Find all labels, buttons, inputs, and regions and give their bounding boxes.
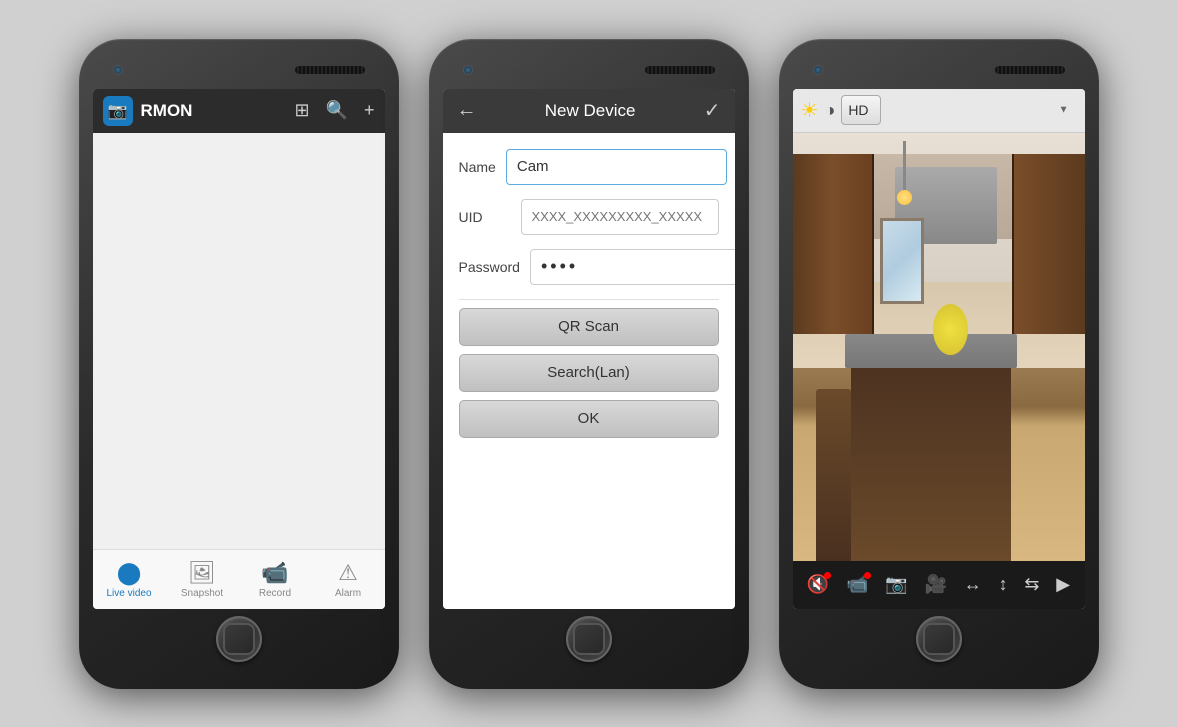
tab-record[interactable]: 📹 Record [239,560,312,599]
app-title: RMON [141,101,287,121]
phone-2-top [443,59,735,81]
new-device-form: Name UID Password QR Scan [443,133,735,609]
password-input[interactable] [530,249,735,285]
header-icons: ⊞ 🔍 + [294,100,374,121]
kitchen-island-top [845,334,1017,368]
quality-select[interactable]: HD SD Low [841,95,881,125]
phone-3-screen: ☀ ◑ HD SD Low ▼ [793,89,1085,609]
qr-scan-button[interactable]: QR Scan [459,308,719,346]
add-icon[interactable]: + [364,100,375,121]
phone-2: ← New Device ✓ Name UID Password [429,39,749,689]
speaker-1 [295,66,365,74]
camera-header: ☀ ◑ HD SD Low ▼ [793,89,1085,133]
phone-1-bottom [93,609,385,669]
app-content [93,133,385,549]
camera-icon: 📷 [108,101,128,121]
kitchen-cabinet-right [1012,154,1085,334]
home-button-inner-3 [923,623,955,655]
speaker-2 [645,66,715,74]
name-row: Name [459,149,719,185]
kitchen-scene [793,133,1085,561]
grid-icon[interactable]: ⊞ [294,100,309,121]
back-button[interactable]: ← [457,99,477,122]
mute-button[interactable]: 🔇 [807,574,829,595]
tab-alarm[interactable]: ⚠ Alarm [312,560,385,599]
phone-3-top [793,59,1085,81]
phone-2-bottom [443,609,735,669]
kitchen-flowers [933,304,968,355]
uid-row: UID [459,199,719,235]
alarm-icon: ⚠ [338,560,358,586]
phone-3-bottom [793,609,1085,669]
home-button-inner-2 [573,623,605,655]
tab-record-label: Record [259,588,291,599]
home-button-inner-1 [223,623,255,655]
tab-alarm-label: Alarm [335,588,361,599]
live-video-icon: ⬤ [117,560,142,586]
uid-label: UID [459,209,511,225]
brightness-icon[interactable]: ☀ [801,98,819,123]
home-button-2[interactable] [566,616,612,662]
front-camera-1 [113,65,123,75]
tab-bar: ⬤ Live video 🖼 Snapshot 📹 Record ⚠ Alarm [93,549,385,609]
search-lan-button[interactable]: Search(Lan) [459,354,719,392]
search-icon[interactable]: 🔍 [326,100,348,121]
phone-1: 📷 RMON ⊞ 🔍 + ⬤ Live video 🖼 Sn [79,39,399,689]
snapshot-icon: 🖼 [188,560,216,586]
divider-1 [459,299,719,300]
name-label: Name [459,159,496,175]
video-button[interactable]: 🎥 [925,574,947,595]
password-row: Password [459,249,719,285]
camera-feed [793,133,1085,561]
home-button-3[interactable] [916,616,962,662]
new-device-title: New Device [545,101,636,121]
tab-snapshot[interactable]: 🖼 Snapshot [166,560,239,599]
front-camera-2 [463,65,473,75]
kitchen-light1 [903,141,906,205]
home-button-1[interactable] [216,616,262,662]
phone-1-screen: 📷 RMON ⊞ 🔍 + ⬤ Live video 🖼 Sn [93,89,385,609]
kitchen-island [851,347,1012,561]
app-logo: 📷 [103,96,133,126]
ok-button[interactable]: OK [459,400,719,438]
snapshot-button[interactable]: 📷 [885,574,907,595]
phone-1-top [93,59,385,81]
flip-button[interactable]: ⇆ [1024,574,1039,595]
move-h-button[interactable]: ↔ [964,574,982,595]
send-button[interactable]: ▶ [1056,574,1070,595]
move-v-button[interactable]: ↕ [999,574,1008,595]
uid-input[interactable] [521,199,719,235]
contrast-icon[interactable]: ◑ [824,100,835,121]
phones-container: 📷 RMON ⊞ 🔍 + ⬤ Live video 🖼 Sn [79,39,1099,689]
chevron-down-icon: ▼ [1059,105,1069,116]
tab-live-label: Live video [106,588,151,599]
tab-live-video[interactable]: ⬤ Live video [93,560,166,599]
confirm-button[interactable]: ✓ [704,98,721,123]
kitchen-window [880,218,924,304]
quality-select-wrapper: HD SD Low ▼ [841,95,1076,125]
camera-controls: 🔇 📹 📷 🎥 ↔ ↕ ⇆ ▶ [793,561,1085,609]
new-device-header: ← New Device ✓ [443,89,735,133]
kitchen-stool [816,389,851,560]
password-label: Password [459,259,520,275]
app-header: 📷 RMON ⊞ 🔍 + [93,89,385,133]
phone-2-screen: ← New Device ✓ Name UID Password [443,89,735,609]
kitchen-cabinet-left [793,154,875,334]
record-button[interactable]: 📹 [846,574,868,595]
tab-snapshot-label: Snapshot [181,588,223,599]
phone-3: ☀ ◑ HD SD Low ▼ [779,39,1099,689]
name-input[interactable] [506,149,727,185]
speaker-3 [995,66,1065,74]
record-icon: 📹 [261,560,288,586]
front-camera-3 [813,65,823,75]
